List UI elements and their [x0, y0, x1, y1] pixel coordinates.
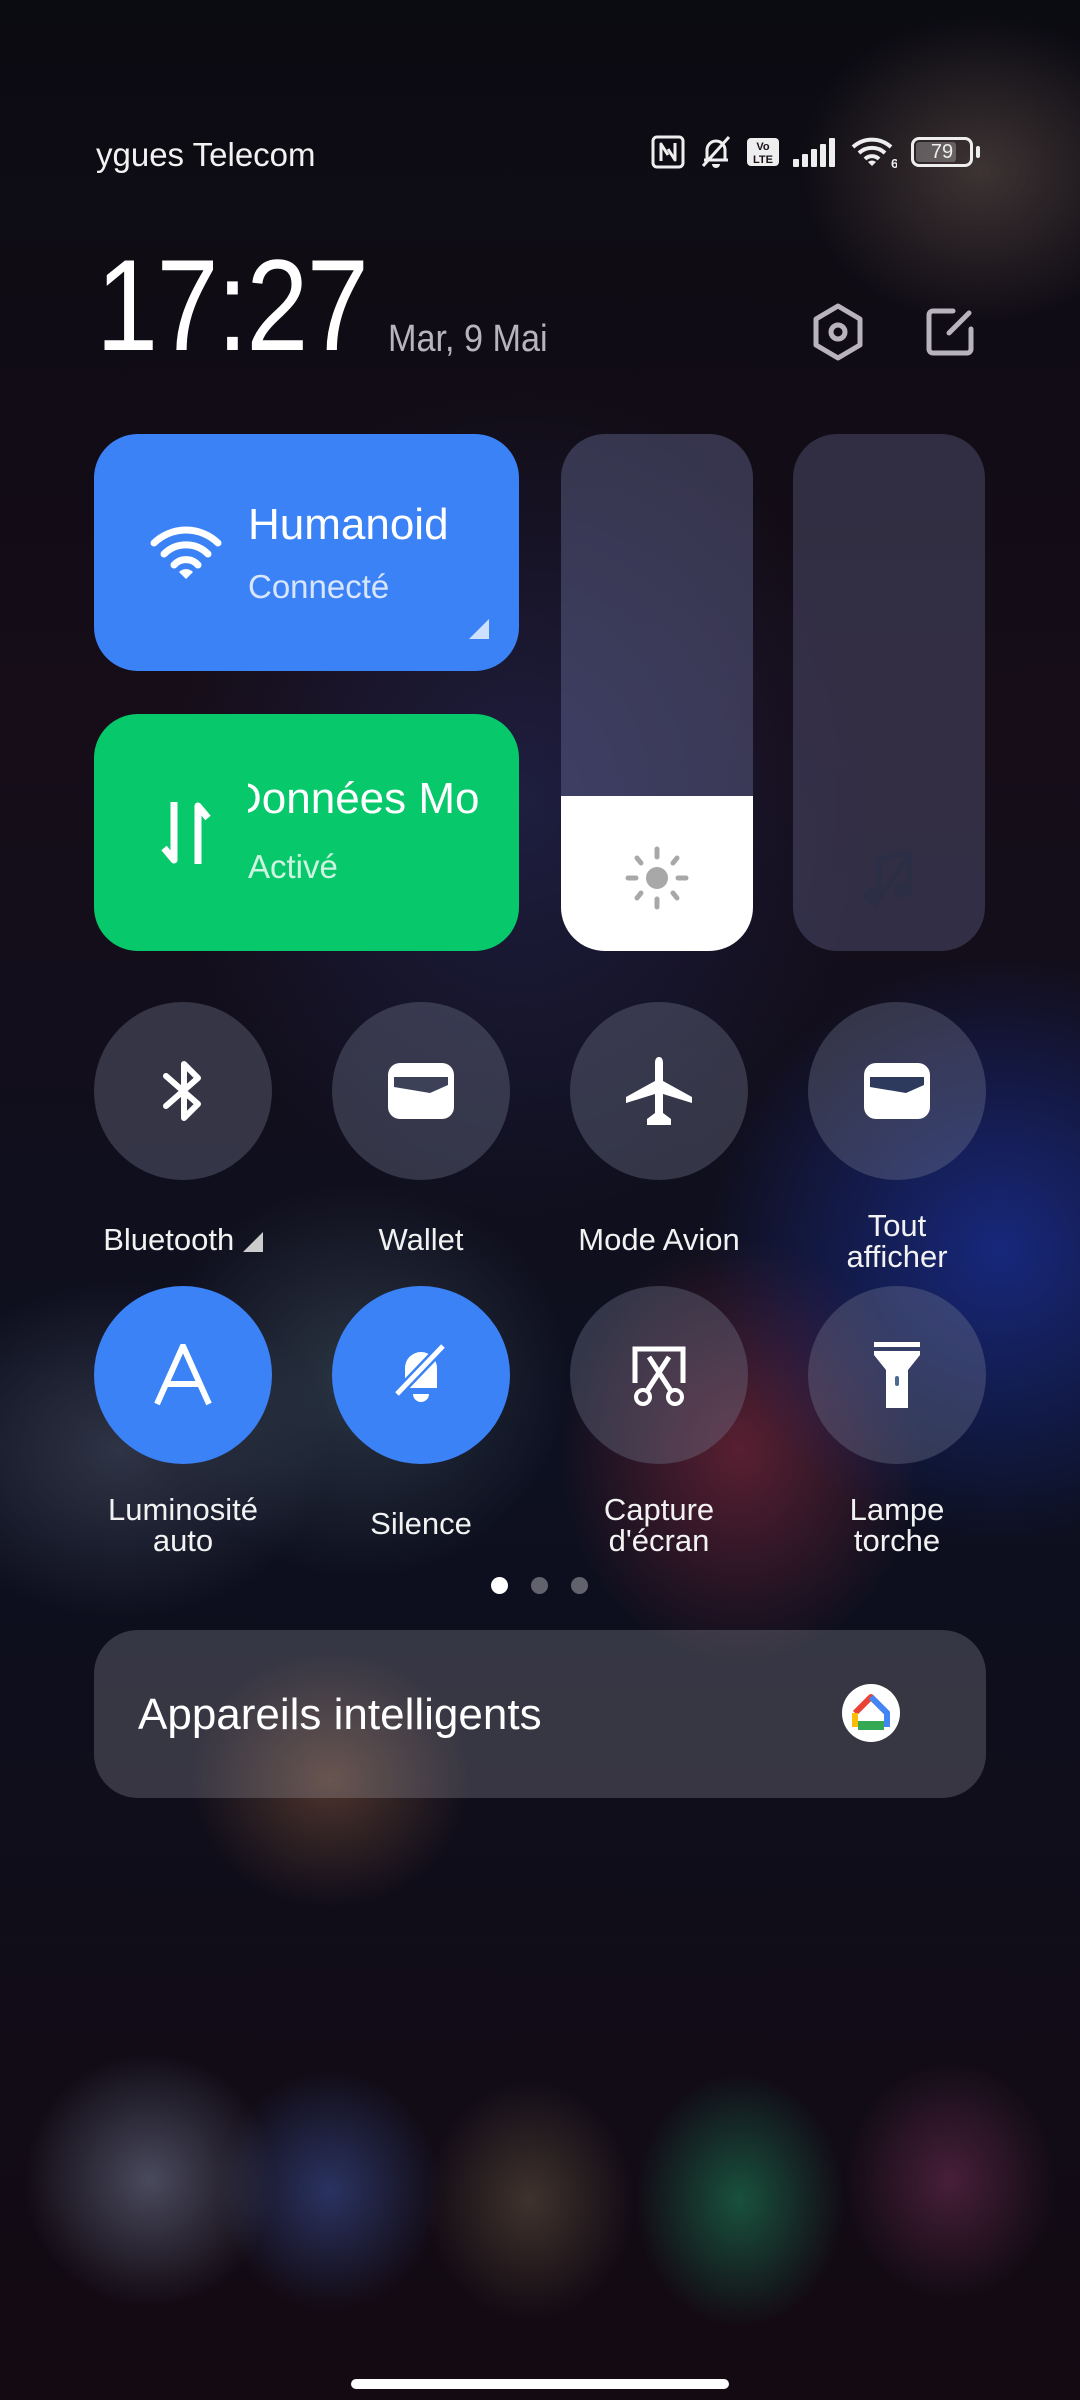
page-dot-1[interactable] [490, 1577, 508, 1594]
svg-text:Vo: Vo [756, 141, 770, 153]
toggle-label: Wallet [378, 1222, 464, 1257]
screenshot-icon [632, 1346, 686, 1406]
data-transfer-icon [146, 793, 226, 873]
toggle-label: Silence [370, 1506, 472, 1541]
battery-level: 79 [930, 140, 954, 163]
auto-brightness-icon [154, 1344, 212, 1406]
edit-button[interactable] [918, 300, 982, 364]
wifi-network-name: Humanoid [248, 500, 449, 549]
wifi-status: Connecté [248, 568, 390, 605]
clock-time[interactable]: 17:27 [96, 240, 369, 370]
toggle-label-line1: Capture [603, 1492, 715, 1527]
toggle-show-all-button[interactable] [808, 1002, 986, 1180]
toggle-show-all[interactable]: Tout afficher [808, 1002, 986, 1272]
page-dot-3[interactable] [570, 1577, 588, 1594]
page-dot-2[interactable] [530, 1577, 548, 1594]
toggle-label: Bluetooth [103, 1222, 235, 1257]
toggle-silence[interactable]: Silence [332, 1286, 510, 1539]
toggle-label-line1: Tout [867, 1208, 927, 1243]
bluetooth-icon [163, 1061, 201, 1121]
toggle-bluetooth-button[interactable] [94, 1002, 272, 1180]
svg-text:6: 6 [891, 156, 897, 169]
bluetooth-expand-icon[interactable] [242, 1232, 263, 1252]
toggle-label-line2: afficher [846, 1239, 948, 1274]
airplane-icon [626, 1057, 692, 1125]
mobile-data-tile[interactable]: Données Mobiles Activé [94, 714, 519, 951]
smart-devices-label: Appareils intelligents [138, 1690, 542, 1739]
music-off-icon [856, 845, 922, 911]
toggle-airplane-button[interactable] [570, 1002, 748, 1180]
signal-icon [793, 137, 837, 167]
toggle-label-line1: Lampe [849, 1492, 945, 1527]
toggle-screenshot-button[interactable] [570, 1286, 748, 1464]
wifi-6-icon: 6 [851, 135, 897, 169]
toggle-airplane-mode[interactable]: Mode Avion [570, 1002, 748, 1255]
wallet-icon [388, 1063, 454, 1119]
page-indicator [0, 1577, 1080, 1594]
flashlight-icon [874, 1342, 920, 1408]
smart-devices-card[interactable]: Appareils intelligents [94, 1630, 986, 1798]
brightness-slider[interactable] [561, 434, 753, 951]
bell-off-icon [393, 1342, 447, 1402]
volte-icon: Vo LTE [747, 138, 779, 166]
date-label[interactable]: Mar, 9 Mai [388, 318, 548, 361]
toggle-wallet-button[interactable] [332, 1002, 510, 1180]
toggle-silence-button[interactable] [332, 1286, 510, 1464]
toggle-auto-brightness[interactable]: Luminosité auto [94, 1286, 272, 1556]
toggle-label-line2: torche [853, 1523, 941, 1558]
sun-icon [624, 845, 690, 911]
toggle-label-line2: auto [152, 1523, 214, 1558]
toggle-auto-brightness-button[interactable] [94, 1286, 272, 1464]
volume-slider[interactable] [793, 434, 985, 951]
status-icons: Vo LTE 6 79 [651, 134, 980, 170]
toggle-flashlight-button[interactable] [808, 1286, 986, 1464]
status-bar: ygues Telecom Vo LTE 6 79 [0, 128, 1080, 188]
mobile-data-title: Données Mobiles [248, 774, 478, 823]
nfc-icon [651, 135, 685, 169]
edit-icon [926, 308, 974, 356]
toggle-label-line1: Luminosité [108, 1492, 258, 1527]
google-home-icon [842, 1684, 900, 1742]
bell-off-icon [699, 134, 733, 170]
battery-icon: 79 [911, 137, 980, 167]
toggle-label-line2: d'écran [608, 1523, 710, 1558]
svg-text:LTE: LTE [753, 154, 773, 166]
toggle-label: Mode Avion [578, 1222, 740, 1257]
wallet-icon [864, 1063, 930, 1119]
settings-icon [813, 303, 863, 361]
toggle-flashlight[interactable]: Lampe torche [808, 1286, 986, 1556]
toggle-wallet[interactable]: Wallet [332, 1002, 510, 1255]
carrier-name: ygues Telecom [96, 136, 316, 173]
wifi-tile[interactable]: Humanoid Connecté [94, 434, 519, 671]
home-gesture-bar[interactable] [351, 2379, 729, 2389]
wifi-icon [146, 513, 226, 593]
settings-button[interactable] [806, 300, 870, 364]
mobile-data-status: Activé [248, 848, 338, 885]
toggle-screenshot[interactable]: Capture d'écran [570, 1286, 748, 1556]
toggle-bluetooth[interactable]: Bluetooth [94, 1002, 272, 1255]
wifi-expand-icon[interactable] [469, 619, 489, 639]
